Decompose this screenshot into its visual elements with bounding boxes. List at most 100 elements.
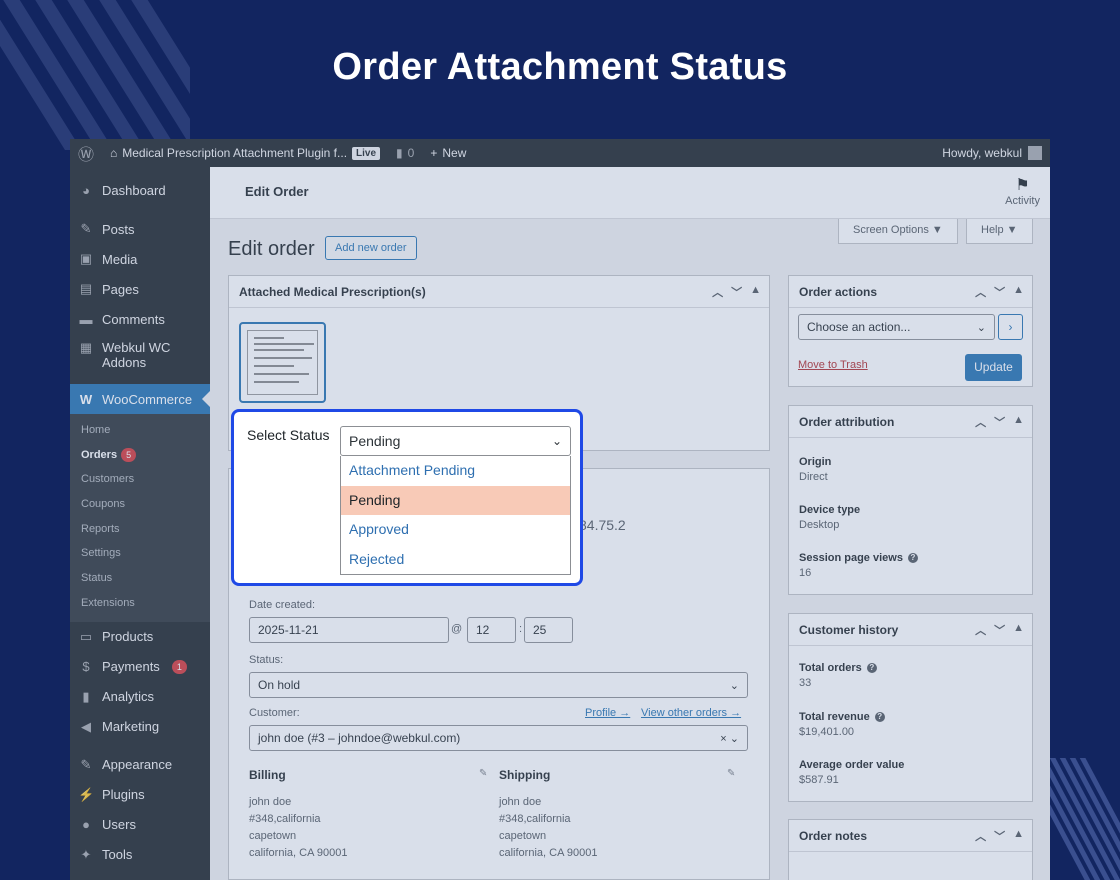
- wordpress-logo-icon[interactable]: Ⓦ: [70, 141, 102, 165]
- chevron-up-icon[interactable]: ︿: [975, 284, 986, 300]
- submenu-home[interactable]: Home: [70, 418, 210, 443]
- menu-payments[interactable]: $ Payments 1: [70, 652, 210, 682]
- comments-link[interactable]: ▮ 0: [388, 146, 422, 160]
- customer-select[interactable]: john doe (#3 – johndoe@webkul.com) × ⌄: [249, 725, 748, 751]
- flag-icon: ⚑: [1015, 177, 1030, 194]
- help-tooltip-icon[interactable]: ?: [907, 553, 918, 564]
- products-icon: ▭: [79, 628, 93, 644]
- menu-dashboard[interactable]: ◕ Dashboard: [70, 175, 210, 205]
- submenu-coupons[interactable]: Coupons: [70, 492, 210, 517]
- site-name-link[interactable]: ⌂ Medical Prescription Attachment Plugin …: [102, 146, 388, 160]
- submenu-reports[interactable]: Reports: [70, 517, 210, 542]
- menu-users[interactable]: ● Users: [70, 810, 210, 840]
- device-type-field: Device type Desktop: [799, 504, 861, 531]
- billing-title: Billing: [249, 768, 286, 782]
- activity-button[interactable]: ⚑ Activity: [1005, 175, 1040, 207]
- move-to-trash-link[interactable]: Move to Trash: [798, 359, 868, 371]
- customer-label: Customer:: [249, 707, 300, 719]
- header-title: Edit Order: [245, 184, 309, 199]
- analytics-icon: ▮: [82, 688, 90, 704]
- order-status-select[interactable]: On hold ⌄: [249, 672, 748, 698]
- decorative-stripes-bottom-right: [1048, 758, 1120, 880]
- menu-analytics[interactable]: ▮ Analytics: [70, 682, 210, 712]
- triangle-up-icon[interactable]: ▲: [750, 284, 761, 300]
- chevron-down-icon[interactable]: ﹀: [994, 828, 1005, 844]
- submenu-extensions[interactable]: Extensions: [70, 591, 210, 616]
- session-views-field: Session page views? 16: [799, 552, 918, 579]
- menu-woocommerce[interactable]: W WooCommerce: [70, 384, 210, 414]
- order-notes-box: Order notes ︿ ﹀ ▲: [788, 819, 1033, 880]
- hour-input[interactable]: 12: [467, 617, 516, 643]
- chevron-down-icon[interactable]: ﹀: [994, 414, 1005, 430]
- woocommerce-submenu: Home Orders 5 Customers Coupons Reports S…: [70, 414, 210, 622]
- apply-action-button[interactable]: ›: [998, 314, 1023, 340]
- chevron-up-icon[interactable]: ︿: [712, 284, 723, 300]
- option-approved[interactable]: Approved: [341, 515, 570, 545]
- chevron-down-icon[interactable]: ﹀: [994, 284, 1005, 300]
- help-tooltip-icon[interactable]: ?: [874, 712, 885, 723]
- order-attribution-box: Order attribution ︿ ﹀ ▲ Origin Direct Devic…: [788, 405, 1033, 595]
- submenu-orders[interactable]: Orders 5: [70, 443, 210, 468]
- triangle-up-icon[interactable]: ▲: [1013, 622, 1024, 638]
- total-revenue-field: Total revenue? $19,401.00: [799, 711, 885, 738]
- help-tooltip-icon[interactable]: ?: [866, 663, 877, 674]
- date-created-input[interactable]: 2025-11-21: [249, 617, 449, 643]
- edit-shipping-pencil-icon[interactable]: ✎: [727, 768, 735, 779]
- chevron-down-icon[interactable]: ﹀: [994, 622, 1005, 638]
- menu-media[interactable]: ▣ Media: [70, 244, 210, 274]
- submenu-settings[interactable]: Settings: [70, 541, 210, 566]
- edit-billing-pencil-icon[interactable]: ✎: [479, 768, 487, 779]
- media-icon: ▣: [79, 251, 93, 266]
- minute-input[interactable]: 25: [524, 617, 573, 643]
- update-button[interactable]: Update: [965, 354, 1022, 381]
- menu-marketing[interactable]: ◀ Marketing: [70, 712, 210, 742]
- order-actions-box: Order actions ︿ ﹀ ▲ Choose an action... ⌄ ›…: [788, 275, 1033, 387]
- chevron-up-icon[interactable]: ︿: [975, 414, 986, 430]
- payments-icon: $: [82, 659, 90, 674]
- billing-address: john doe #348,california capetown califo…: [249, 796, 348, 859]
- attachment-status-select[interactable]: Pending ⌄: [340, 426, 571, 456]
- plugins-icon: ⚡: [78, 786, 95, 802]
- chevron-up-icon[interactable]: ︿: [975, 622, 986, 638]
- menu-comments[interactable]: ▬ Comments: [70, 304, 210, 334]
- addons-icon: ▦: [79, 340, 93, 355]
- triangle-up-icon[interactable]: ▲: [1013, 828, 1024, 844]
- menu-webkul-addons[interactable]: ▦ Webkul WC Addons: [70, 334, 210, 378]
- prescription-thumbnail[interactable]: [239, 322, 326, 403]
- chevron-down-icon: ⌄: [976, 321, 986, 334]
- menu-appearance[interactable]: ✎ Appearance: [70, 750, 210, 780]
- chevron-up-icon[interactable]: ︿: [975, 828, 986, 844]
- screen-options-button[interactable]: Screen Options ▼: [838, 219, 958, 244]
- triangle-up-icon[interactable]: ▲: [1013, 284, 1024, 300]
- pin-icon: ✎: [80, 221, 92, 236]
- new-content-link[interactable]: + New: [422, 146, 474, 160]
- submenu-customers[interactable]: Customers: [70, 467, 210, 492]
- option-pending[interactable]: Pending: [341, 485, 570, 515]
- shipping-address: john doe #348,california capetown califo…: [499, 796, 598, 859]
- menu-posts[interactable]: ✎ Posts: [70, 214, 210, 244]
- shipping-title: Shipping: [499, 768, 551, 782]
- box-title: Order notes: [799, 828, 868, 843]
- avatar: [1028, 146, 1042, 160]
- banner-title: Order Attachment Status: [332, 46, 788, 88]
- menu-plugins[interactable]: ⚡ Plugins: [70, 780, 210, 810]
- add-new-order-button[interactable]: Add new order: [325, 236, 417, 260]
- order-action-select[interactable]: Choose an action... ⌄: [798, 314, 995, 340]
- comment-icon: ▮: [396, 146, 403, 160]
- at-symbol: @: [451, 623, 463, 635]
- chevron-down-icon[interactable]: ﹀: [731, 284, 742, 300]
- menu-products[interactable]: ▭ Products: [70, 622, 210, 652]
- menu-pages[interactable]: ▤ Pages: [70, 274, 210, 304]
- option-attachment-pending[interactable]: Attachment Pending: [341, 456, 570, 486]
- orders-count-badge: 5: [121, 447, 137, 462]
- users-icon: ●: [82, 817, 90, 832]
- account-menu[interactable]: Howdy, webkul: [942, 146, 1050, 160]
- customer-profile-link[interactable]: Profile →: [585, 707, 630, 719]
- view-other-orders-link[interactable]: View other orders →: [641, 707, 741, 719]
- option-rejected[interactable]: Rejected: [341, 545, 570, 575]
- help-button[interactable]: Help ▼: [966, 219, 1033, 244]
- appearance-icon: ✎: [80, 756, 92, 772]
- menu-tools[interactable]: ✦ Tools: [70, 840, 210, 870]
- triangle-up-icon[interactable]: ▲: [1013, 414, 1024, 430]
- submenu-status[interactable]: Status: [70, 566, 210, 591]
